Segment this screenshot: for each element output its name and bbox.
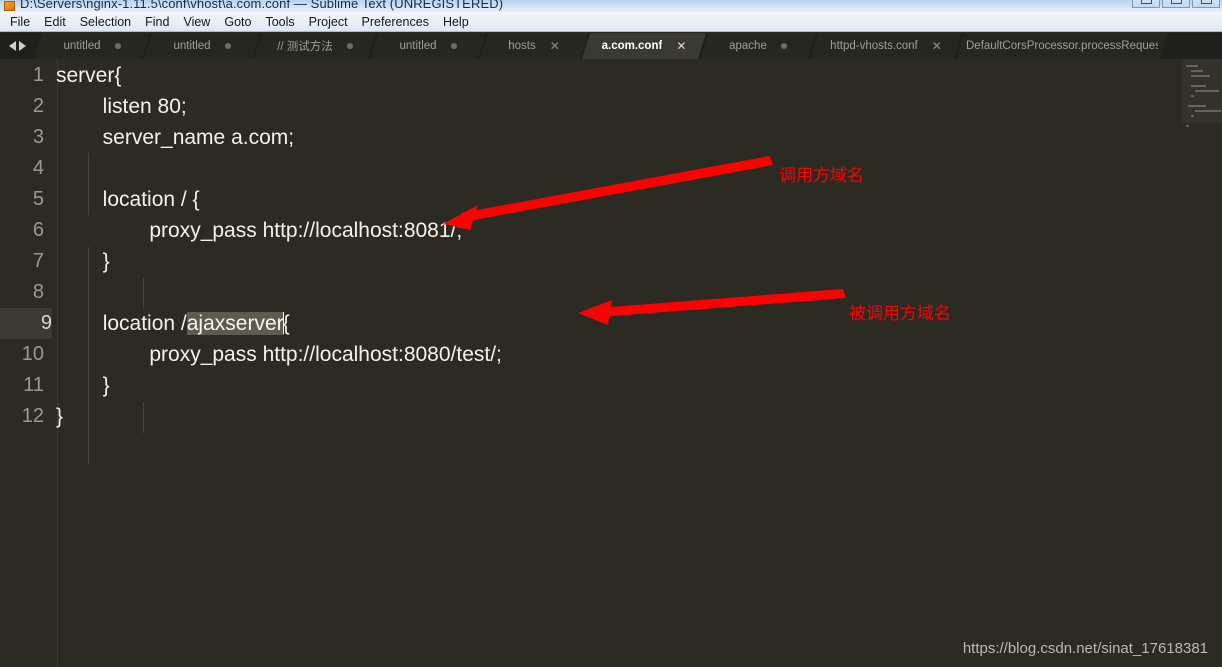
tab-dirty-dot-icon[interactable] bbox=[347, 43, 353, 49]
tab-dirty-dot-icon[interactable] bbox=[115, 43, 121, 49]
tab-apache[interactable]: apache bbox=[700, 33, 816, 59]
line-number: 2 bbox=[32, 95, 44, 117]
code-line[interactable]: } bbox=[56, 401, 63, 432]
sublime-text-window: D:\Servers\nginx-1.11.5\conf\vhost\a.com… bbox=[0, 0, 1222, 667]
line-number: 5 bbox=[32, 188, 44, 210]
line-number: 7 bbox=[32, 250, 44, 272]
minimap-row bbox=[1191, 75, 1210, 77]
indent-guide bbox=[143, 402, 144, 433]
menu-item-selection[interactable]: Selection bbox=[73, 14, 138, 30]
line-number: 1 bbox=[32, 64, 44, 86]
tab-scroll-left-icon[interactable] bbox=[8, 41, 16, 51]
close-button[interactable] bbox=[1192, 0, 1220, 8]
window-title: D:\Servers\nginx-1.11.5\conf\vhost\a.com… bbox=[20, 0, 504, 11]
code-line[interactable]: proxy_pass http://localhost:8080/test/; bbox=[56, 339, 502, 370]
indent-guide bbox=[88, 247, 89, 464]
menu-item-tools[interactable]: Tools bbox=[258, 14, 301, 30]
line-number: 6 bbox=[32, 219, 44, 241]
tab-defaultcorsprocessor-processrequest[interactable]: DefaultCorsProcessor.processRequest bbox=[956, 33, 1168, 59]
minimap-row bbox=[1195, 90, 1219, 92]
line-number: 11 bbox=[23, 374, 44, 396]
code-line-prefix: location / bbox=[102, 312, 187, 335]
line-number: 3 bbox=[32, 126, 44, 148]
tab-dirty-dot-icon[interactable] bbox=[781, 43, 787, 49]
menu-item-edit[interactable]: Edit bbox=[37, 14, 73, 30]
minimap-row bbox=[1191, 70, 1203, 72]
minimap-row bbox=[1195, 110, 1221, 112]
menu-bar: File Edit Selection Find View Goto Tools… bbox=[0, 12, 1222, 32]
tab-label: DefaultCorsProcessor.processRequest bbox=[966, 40, 1158, 52]
code-line[interactable]: location /ajaxserver{ bbox=[56, 308, 290, 339]
indent-guide bbox=[88, 153, 89, 215]
menu-item-help[interactable]: Help bbox=[436, 14, 476, 30]
tab-label: untitled bbox=[173, 40, 211, 52]
minimap-row bbox=[1191, 95, 1194, 97]
tab-label: hosts bbox=[508, 40, 536, 52]
window-controls bbox=[1132, 0, 1220, 8]
minimap-row bbox=[1188, 105, 1206, 107]
tab-bar: untitled untitled// 测试方法 untitled hosts ✕ a.c… bbox=[0, 33, 1222, 59]
watermark: https://blog.csdn.net/sinat_17618381 bbox=[962, 640, 1208, 657]
annotation-label-callee: 被调用方域名 bbox=[849, 304, 951, 324]
app-icon bbox=[4, 1, 15, 11]
code-selection[interactable]: ajaxserver bbox=[186, 312, 284, 335]
annotation-label-caller: 调用方域名 bbox=[779, 166, 864, 186]
code-line[interactable]: proxy_pass http://localhost:8081/; bbox=[56, 215, 462, 246]
tab-dirty-dot-icon[interactable] bbox=[225, 43, 231, 49]
code-line[interactable]: } bbox=[56, 246, 110, 277]
menu-item-goto[interactable]: Goto bbox=[217, 14, 258, 30]
tab-a-com-conf[interactable]: a.com.conf ✕ bbox=[582, 33, 706, 59]
tab-label: // 测试方法 bbox=[277, 41, 333, 53]
menu-item-preferences[interactable]: Preferences bbox=[355, 14, 436, 30]
line-number: 12 bbox=[21, 405, 44, 427]
code-line[interactable]: } bbox=[56, 370, 110, 401]
tab-label: httpd-vhosts.conf bbox=[830, 40, 918, 52]
tab-scroll-controls[interactable] bbox=[0, 33, 34, 59]
tab-label: untitled bbox=[63, 40, 101, 52]
maximize-button[interactable] bbox=[1162, 0, 1190, 8]
code-line[interactable]: location / { bbox=[56, 184, 200, 215]
tab-label: apache bbox=[729, 40, 767, 52]
minimap-row bbox=[1186, 125, 1189, 127]
code-line[interactable]: server{ bbox=[56, 60, 121, 91]
tab-close-icon[interactable]: ✕ bbox=[676, 40, 686, 52]
menu-item-find[interactable]: Find bbox=[138, 14, 176, 30]
line-number: 8 bbox=[32, 281, 44, 303]
tab-label: a.com.conf bbox=[601, 40, 663, 52]
minimize-button[interactable] bbox=[1132, 0, 1160, 8]
code-line[interactable]: server_name a.com; bbox=[56, 122, 294, 153]
code-line[interactable]: listen 80; bbox=[56, 91, 187, 122]
tab-hosts[interactable]: hosts ✕ bbox=[480, 33, 588, 59]
line-number: 4 bbox=[32, 157, 44, 179]
code-editor[interactable]: 1 2 3 4 5 6 7 8 9 10 11 12 server{ listen 80; serve… bbox=[0, 59, 1222, 667]
menu-item-project[interactable]: Project bbox=[302, 14, 355, 30]
minimap-row bbox=[1191, 115, 1194, 117]
minimap[interactable] bbox=[1182, 59, 1222, 667]
minimap-row bbox=[1186, 65, 1198, 67]
tab-untitled[interactable]: untitled bbox=[370, 33, 486, 59]
line-number: 9 bbox=[0, 308, 52, 339]
menu-item-view[interactable]: View bbox=[176, 14, 217, 30]
tab-label: untitled bbox=[399, 40, 437, 52]
tab-close-icon[interactable]: ✕ bbox=[550, 40, 560, 52]
minimap-row bbox=[1191, 85, 1206, 87]
menu-item-file[interactable]: File bbox=[3, 14, 37, 30]
indent-guide bbox=[143, 278, 144, 309]
tab-untitled[interactable]: untitled bbox=[34, 33, 150, 59]
window-title-bar: D:\Servers\nginx-1.11.5\conf\vhost\a.com… bbox=[0, 0, 1222, 12]
tab-dirty-dot-icon[interactable] bbox=[451, 43, 457, 49]
tab-scroll-right-icon[interactable] bbox=[18, 41, 26, 51]
tab-httpd-vhosts-conf[interactable]: httpd-vhosts.conf ✕ bbox=[810, 33, 962, 59]
tab-[interactable]: // 测试方法 bbox=[254, 33, 376, 59]
tab-close-icon[interactable]: ✕ bbox=[932, 40, 942, 52]
tab-untitled[interactable]: untitled bbox=[144, 33, 260, 59]
line-number: 10 bbox=[21, 343, 44, 365]
code-line-suffix: { bbox=[282, 312, 290, 335]
